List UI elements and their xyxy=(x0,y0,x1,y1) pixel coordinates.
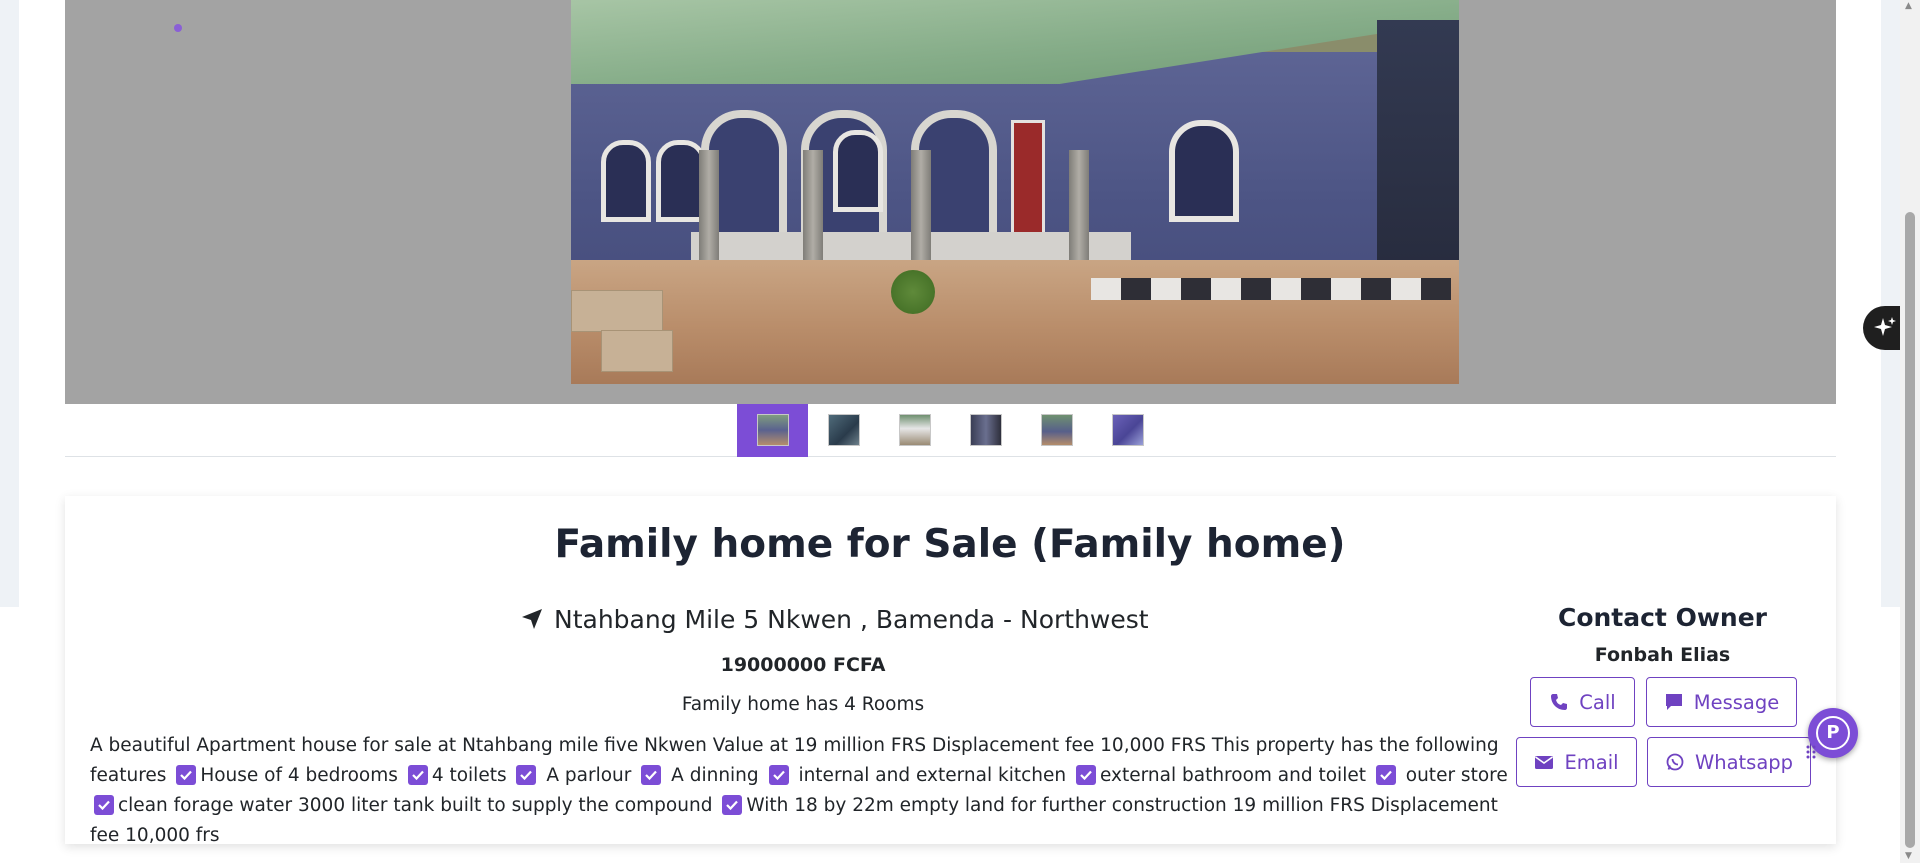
thumbnail-image xyxy=(970,414,1002,446)
scrollbar-thumb[interactable] xyxy=(1905,212,1915,848)
contact-owner-heading: Contact Owner xyxy=(1557,603,1768,632)
check-icon xyxy=(1375,765,1396,785)
listing-price: 19000000 FCFA xyxy=(720,654,886,676)
check-icon xyxy=(768,765,789,785)
envelope-icon xyxy=(1535,756,1554,769)
feature-item: House of 4 bedrooms xyxy=(200,765,398,786)
thumbnail-6[interactable] xyxy=(1092,404,1163,457)
feature-item: A parlour xyxy=(546,765,632,786)
thumbnail-5[interactable] xyxy=(1021,404,1092,457)
owner-name: Fonbah Elias xyxy=(1594,644,1731,666)
call-button-label: Call xyxy=(1579,690,1616,714)
photo-window xyxy=(833,130,883,212)
photo-block xyxy=(571,290,663,332)
thumbnail-image xyxy=(828,414,860,446)
thumbnail-2[interactable] xyxy=(808,404,879,457)
thumbnail-4[interactable] xyxy=(950,404,1021,457)
left-page-margin xyxy=(0,0,19,607)
check-icon xyxy=(722,795,743,815)
whatsapp-button-label: Whatsapp xyxy=(1694,750,1794,774)
listing-description: A beautiful Apartment house for sale at … xyxy=(90,731,1520,851)
photo-block xyxy=(601,330,673,372)
message-button[interactable]: Message xyxy=(1646,677,1797,727)
check-icon xyxy=(94,795,114,815)
feature-item: outer store xyxy=(1405,765,1508,786)
location-arrow-icon xyxy=(522,609,542,629)
photo-gallery[interactable] xyxy=(65,0,1836,404)
listing-rooms: Family home has 4 Rooms xyxy=(681,694,925,715)
check-icon xyxy=(1076,765,1096,785)
drag-handle-icon[interactable] xyxy=(1805,744,1817,760)
phone-icon xyxy=(1551,694,1568,710)
main-property-photo[interactable] xyxy=(571,0,1459,384)
thumbnail-3[interactable] xyxy=(879,404,950,457)
right-page-margin xyxy=(1881,0,1900,607)
location-text: Ntahbang Mile 5 Nkwen , Bamenda - Northw… xyxy=(554,605,1149,634)
feature-item: A dinning xyxy=(671,765,759,786)
feature-item: clean forage water 3000 liter tank built… xyxy=(118,795,713,816)
email-button[interactable]: Email xyxy=(1516,737,1637,787)
photo-door xyxy=(1011,120,1045,236)
photo-window xyxy=(1169,120,1239,222)
check-icon xyxy=(516,765,537,785)
thumbnail-image xyxy=(757,414,789,446)
feature-item: 4 toilets xyxy=(431,765,507,786)
photo-bush xyxy=(891,270,935,314)
thumbnail-1[interactable] xyxy=(737,404,808,457)
sparkle-icon xyxy=(1874,317,1896,336)
message-icon xyxy=(1665,694,1682,710)
check-icon xyxy=(176,765,197,785)
photo-steps xyxy=(1091,278,1451,300)
feature-item: internal and external kitchen xyxy=(798,765,1067,786)
thumbnail-image xyxy=(899,414,931,446)
email-button-label: Email xyxy=(1564,750,1619,774)
scroll-down-arrow-icon[interactable]: ▼ xyxy=(1905,851,1912,861)
thumbnail-image xyxy=(1041,414,1073,446)
scroll-up-arrow-icon[interactable]: ▲ xyxy=(1905,1,1912,11)
check-icon xyxy=(641,765,662,785)
call-button[interactable]: Call xyxy=(1530,677,1635,727)
message-button-label: Message xyxy=(1693,690,1780,714)
photo-window xyxy=(601,140,651,222)
listing-title: Family home for Sale (Family home) xyxy=(554,522,1346,567)
feature-item: external bathroom and toilet xyxy=(1100,765,1366,786)
whatsapp-button[interactable]: Whatsapp xyxy=(1647,737,1811,787)
plugin-p-letter: P xyxy=(1826,722,1840,743)
carousel-indicator-dot[interactable] xyxy=(174,24,182,32)
listing-location: Ntahbang Mile 5 Nkwen , Bamenda - Northw… xyxy=(520,603,1149,637)
thumbnail-image xyxy=(1112,414,1144,446)
check-icon xyxy=(407,765,428,785)
whatsapp-icon xyxy=(1666,753,1684,771)
